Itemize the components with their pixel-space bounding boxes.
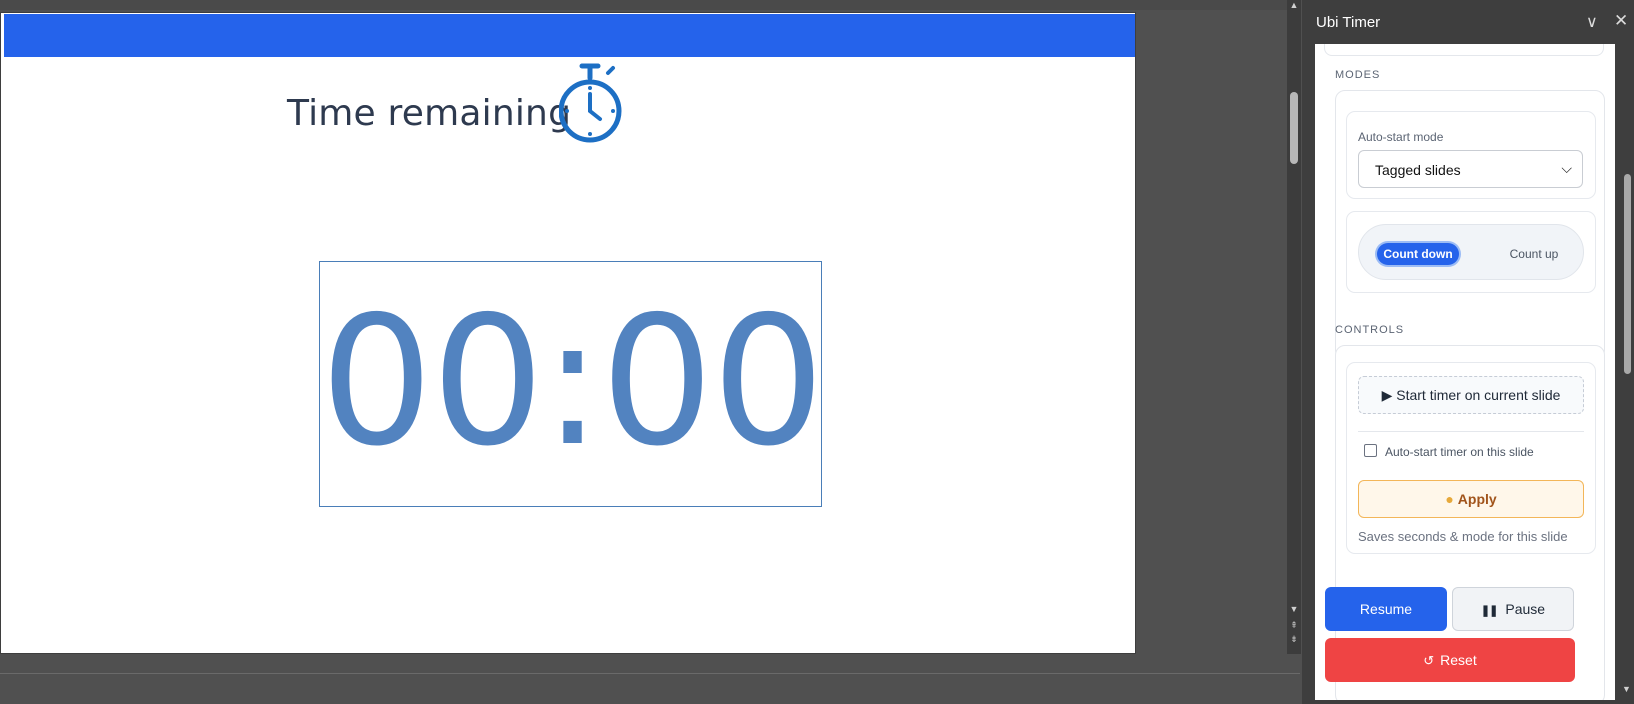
task-pane: Ubi Timer ∨ ✕ MODES Auto-start mode Tagg… <box>1302 0 1634 704</box>
count-direction-toggle: Count down Count up <box>1358 224 1584 280</box>
auto-start-mode-label: Auto-start mode <box>1358 130 1444 144</box>
chevron-down-icon: ⌵ <box>1561 160 1572 176</box>
apply-label: Apply <box>1457 491 1497 507</box>
auto-start-checkbox[interactable] <box>1364 444 1377 457</box>
editor-area: Time remaining 00:00 ▲ ▼ ⇞ ⇟ <box>0 0 1301 704</box>
previous-card <box>1324 44 1604 56</box>
scroll-down-arrow-icon[interactable]: ▼ <box>1622 684 1631 694</box>
reset-button[interactable]: ↺ Reset <box>1325 638 1575 682</box>
pause-label: Pause <box>1505 601 1546 617</box>
start-timer-button[interactable]: ▶ Start timer on current slide <box>1358 376 1584 414</box>
auto-start-mode-select[interactable]: Tagged slides ⌵ <box>1358 150 1583 188</box>
divider <box>1358 431 1584 432</box>
apply-button[interactable]: ● Apply <box>1358 480 1584 518</box>
timer-value: 00:00 <box>320 278 825 485</box>
editor-scroll-thumb[interactable] <box>1290 92 1298 164</box>
reset-label: Reset <box>1440 652 1477 668</box>
pane-header: Ubi Timer ∨ ✕ <box>1302 0 1634 44</box>
controls-section-label: CONTROLS <box>1335 324 1405 336</box>
pause-icon: ❚❚ <box>1480 605 1498 617</box>
reset-icon: ↺ <box>1423 653 1435 668</box>
slide-header-bar <box>4 14 1135 57</box>
close-icon[interactable]: ✕ <box>1614 11 1628 31</box>
timer-display-box[interactable]: 00:00 <box>319 261 825 507</box>
start-timer-label: Start timer on current slide <box>1396 387 1561 403</box>
modes-section-label: MODES <box>1335 69 1381 81</box>
count-down-option[interactable]: Count down <box>1377 243 1459 265</box>
lightbulb-icon: ● <box>1445 491 1454 507</box>
slide-timer-card: ▶ Start timer on current slide Auto-star… <box>1346 362 1596 554</box>
scroll-up-arrow-icon[interactable]: ▲ <box>1288 0 1300 10</box>
pause-button[interactable]: ❚❚ Pause <box>1452 587 1574 631</box>
editor-top-border <box>0 0 1300 10</box>
slide-canvas[interactable]: Time remaining 00:00 <box>0 12 1136 654</box>
modes-card: Auto-start mode Tagged slides ⌵ Count do… <box>1335 90 1605 360</box>
next-slide-icon[interactable]: ⇟ <box>1288 634 1300 645</box>
previous-slide-icon[interactable]: ⇞ <box>1288 620 1300 631</box>
auto-start-checkbox-label[interactable]: Auto-start timer on this slide <box>1385 445 1534 459</box>
count-direction-card: Count down Count up <box>1346 211 1596 293</box>
scroll-down-arrow-icon[interactable]: ▼ <box>1288 604 1300 614</box>
chevron-down-icon[interactable]: ∨ <box>1586 12 1598 32</box>
resume-button[interactable]: Resume <box>1325 587 1447 631</box>
stopwatch-icon <box>559 63 622 143</box>
auto-start-mode-card: Auto-start mode Tagged slides ⌵ <box>1346 111 1596 199</box>
status-bar-divider <box>0 673 1300 674</box>
pane-content: MODES Auto-start mode Tagged slides ⌵ Co… <box>1315 44 1615 700</box>
slide-title[interactable]: Time remaining <box>287 93 571 134</box>
count-up-option[interactable]: Count up <box>1493 243 1575 265</box>
play-icon: ▶ <box>1381 387 1393 403</box>
pane-title: Ubi Timer <box>1316 14 1381 31</box>
editor-vertical-scrollbar[interactable]: ▲ ▼ ⇞ ⇟ <box>1287 0 1301 654</box>
pane-vertical-scrollbar[interactable]: ▼ <box>1621 44 1634 700</box>
auto-start-mode-value: Tagged slides <box>1375 162 1461 178</box>
pane-scroll-thumb[interactable] <box>1624 174 1631 374</box>
apply-hint: Saves seconds & mode for this slide <box>1358 529 1568 544</box>
